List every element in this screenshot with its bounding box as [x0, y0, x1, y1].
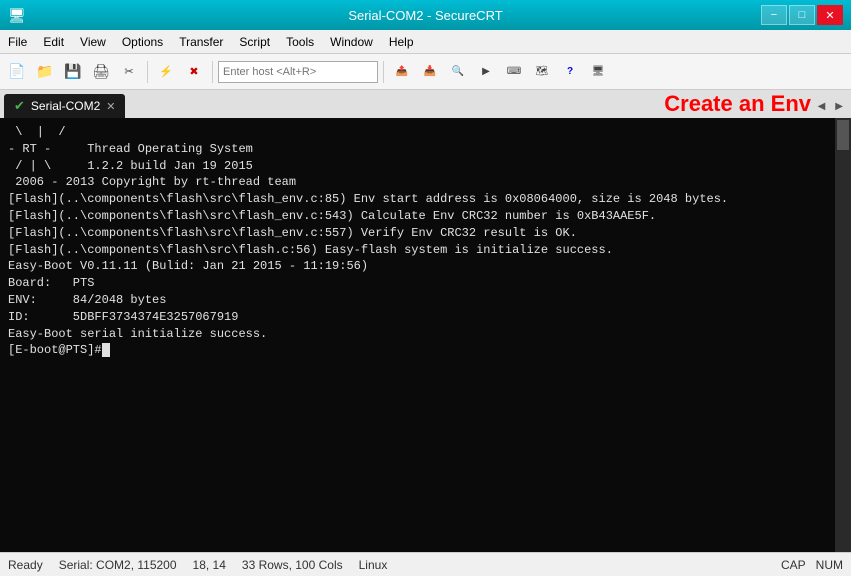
maximize-button[interactable]: □ — [789, 5, 815, 25]
toolbar-sep-1 — [147, 61, 148, 83]
tab-bar: ✔ Serial-COM2 ✕ Create an Env ◀ ▶ — [0, 90, 851, 118]
terminal-line: [Flash](..\components\flash\src\flash_en… — [8, 208, 825, 225]
tab-label: Serial-COM2 — [31, 99, 100, 113]
status-os: Linux — [359, 558, 388, 572]
toolbar-save[interactable]: 💾 — [60, 59, 86, 85]
tab-nav: ◀ ▶ — [814, 99, 847, 114]
terminal-line: [Flash](..\components\flash\src\flash.c:… — [8, 242, 825, 259]
toolbar-screen[interactable]: 🖥 — [585, 59, 611, 85]
toolbar-open[interactable]: 📁 — [32, 59, 58, 85]
toolbar-sep-3 — [383, 61, 384, 83]
title-bar: 🖥 Serial-COM2 - SecureCRT − □ ✕ — [0, 0, 851, 30]
terminal-line: Easy-Boot serial initialize success. — [8, 326, 825, 343]
status-rows-cols: 33 Rows, 100 Cols — [242, 558, 343, 572]
title-bar-left: 🖥 — [8, 7, 26, 24]
toolbar-sftp2[interactable]: 📥 — [417, 59, 443, 85]
menu-window[interactable]: Window — [322, 30, 381, 53]
close-button[interactable]: ✕ — [817, 5, 843, 25]
terminal-line: [Flash](..\components\flash\src\flash_en… — [8, 225, 825, 242]
toolbar-disconnect[interactable]: ✖ — [181, 59, 207, 85]
create-env-label: Create an Env — [664, 90, 811, 118]
menu-transfer[interactable]: Transfer — [171, 30, 231, 53]
toolbar-cut[interactable]: ✂ — [116, 59, 142, 85]
terminal-line: ID: 5DBFF3734374E3257067919 — [8, 309, 825, 326]
menu-help[interactable]: Help — [381, 30, 422, 53]
toolbar-help[interactable]: ? — [557, 59, 583, 85]
toolbar-macro[interactable]: ▶ — [473, 59, 499, 85]
menu-view[interactable]: View — [72, 30, 114, 53]
toolbar-keys[interactable]: ⌨ — [501, 59, 527, 85]
terminal-line: [Flash](..\components\flash\src\flash_en… — [8, 191, 825, 208]
toolbar-connect[interactable]: ⚡ — [153, 59, 179, 85]
app-icon: 🖥 — [8, 7, 26, 24]
scroll-thumb — [837, 120, 849, 150]
menu-edit[interactable]: Edit — [35, 30, 72, 53]
terminal-line: \ | / — [8, 124, 825, 141]
terminal-line: - RT - Thread Operating System — [8, 141, 825, 158]
terminal-line: ENV: 84/2048 bytes — [8, 292, 825, 309]
terminal-cursor — [102, 343, 110, 357]
toolbar-sftp[interactable]: 📤 — [389, 59, 415, 85]
status-cap: CAP — [781, 558, 806, 572]
title-bar-controls: − □ ✕ — [761, 5, 843, 25]
toolbar-new[interactable]: 📄 — [4, 59, 30, 85]
tab-nav-left[interactable]: ◀ — [814, 99, 830, 114]
terminal-area[interactable]: \ | /- RT - Thread Operating System / | … — [0, 118, 851, 552]
terminal-line: [E-boot@PTS]# — [8, 342, 825, 359]
menu-bar: File Edit View Options Transfer Script T… — [0, 30, 851, 54]
status-bar: Ready Serial: COM2, 115200 18, 14 33 Row… — [0, 552, 851, 576]
tab-nav-right[interactable]: ▶ — [831, 99, 847, 114]
status-row: 18, 14 — [193, 558, 226, 572]
status-serial: Serial: COM2, 115200 — [59, 558, 177, 572]
terminal-line: Board: PTS — [8, 275, 825, 292]
tab-serial-com2[interactable]: ✔ Serial-COM2 ✕ — [4, 94, 125, 118]
toolbar-sep-2 — [212, 61, 213, 83]
toolbar: 📄 📁 💾 🖨 ✂ ⚡ ✖ 📤 📥 🔍 ▶ ⌨ 🗺 ? 🖥 — [0, 54, 851, 90]
host-input[interactable] — [218, 61, 378, 83]
terminal-line: 2006 - 2013 Copyright by rt-thread team — [8, 174, 825, 191]
menu-options[interactable]: Options — [114, 30, 171, 53]
status-num: NUM — [816, 558, 843, 572]
toolbar-find[interactable]: 🔍 — [445, 59, 471, 85]
tab-close-icon[interactable]: ✕ — [106, 100, 115, 113]
tab-checkmark: ✔ — [14, 98, 25, 114]
scrollbar[interactable] — [835, 118, 851, 552]
terminal-line: / | \ 1.2.2 build Jan 19 2015 — [8, 158, 825, 175]
toolbar-map[interactable]: 🗺 — [529, 59, 555, 85]
toolbar-print[interactable]: 🖨 — [88, 59, 114, 85]
menu-file[interactable]: File — [0, 30, 35, 53]
status-right: CAP NUM — [781, 558, 843, 572]
status-ready: Ready — [8, 558, 43, 572]
menu-script[interactable]: Script — [231, 30, 278, 53]
minimize-button[interactable]: − — [761, 5, 787, 25]
terminal-line: Easy-Boot V0.11.11 (Bulid: Jan 21 2015 -… — [8, 258, 825, 275]
menu-tools[interactable]: Tools — [278, 30, 322, 53]
window-title: Serial-COM2 - SecureCRT — [0, 8, 851, 23]
